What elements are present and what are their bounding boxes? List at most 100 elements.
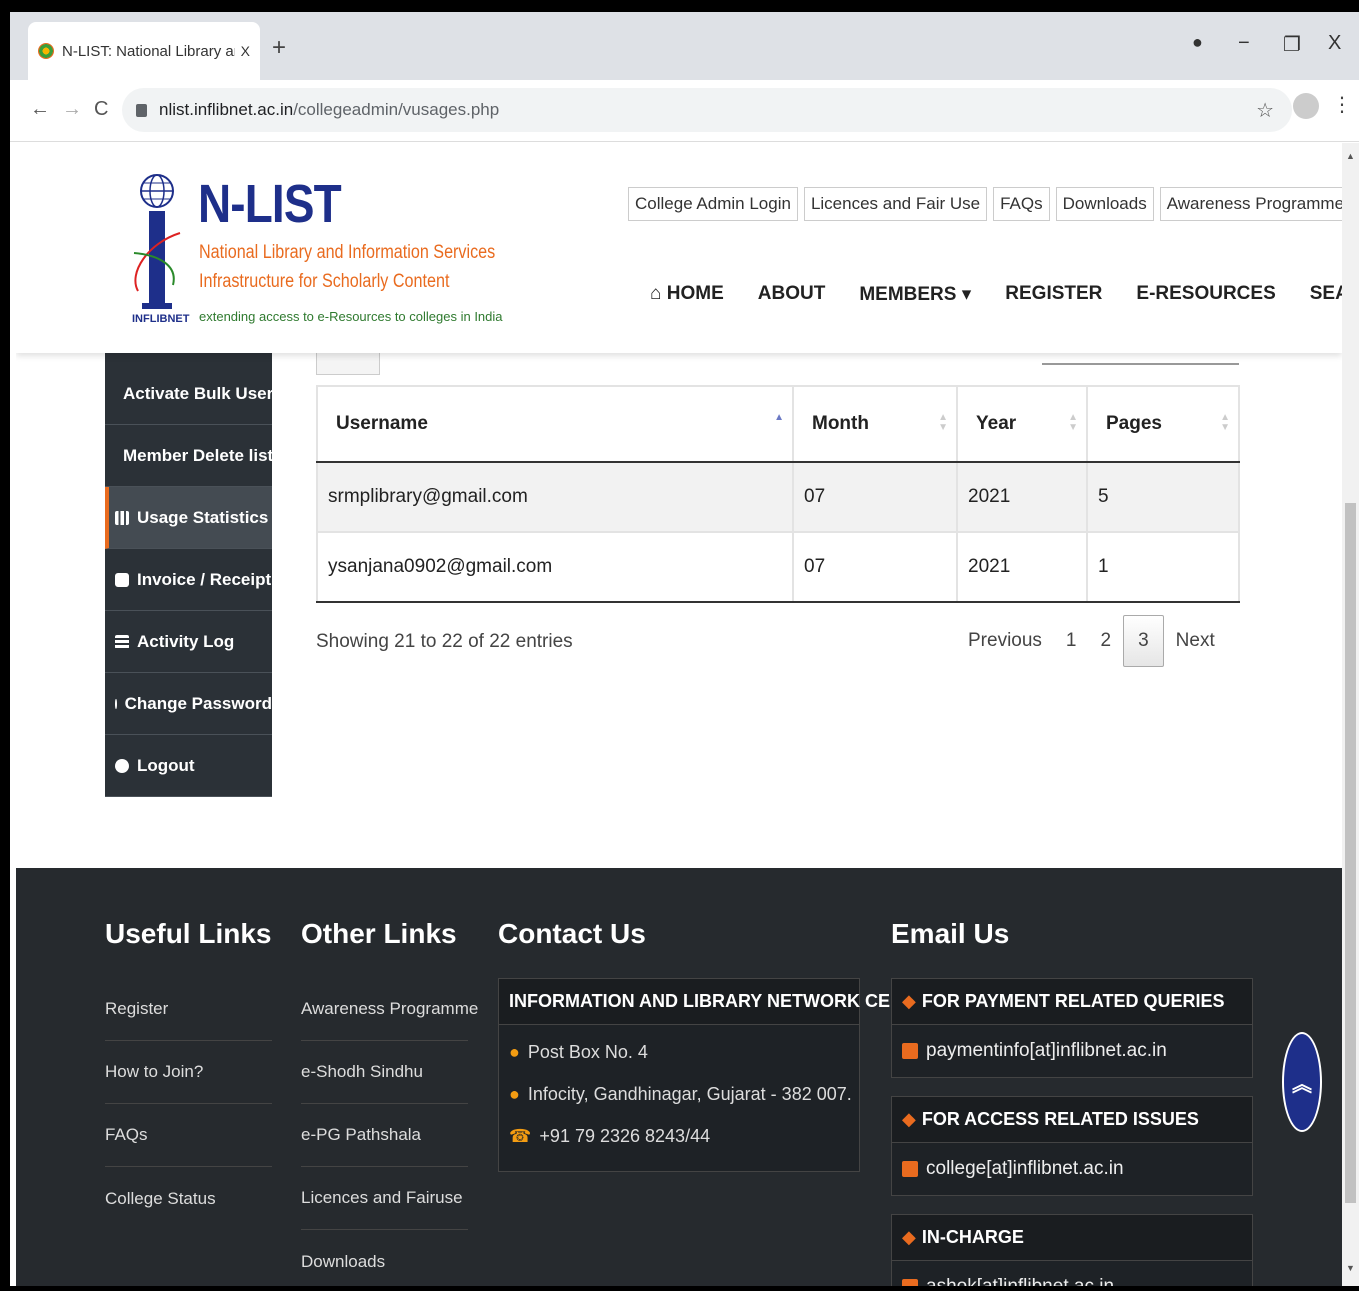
partially-hidden-button[interactable]: [316, 353, 380, 375]
column-header-username[interactable]: Username ▲: [316, 385, 794, 463]
footer-link-register[interactable]: Register: [105, 978, 272, 1041]
bookmark-star-icon[interactable]: ☆: [1256, 98, 1274, 123]
useful-links-column: Useful Links Register How to Join? FAQs …: [105, 918, 272, 1230]
pager-next[interactable]: Next: [1164, 616, 1227, 666]
email-line[interactable]: paymentinfo[at]inflibnet.ac.in: [892, 1025, 1252, 1077]
scrollbar-thumb[interactable]: [1345, 503, 1356, 1203]
footer-link-licences[interactable]: Licences and Fairuse: [301, 1167, 468, 1230]
nav-search[interactable]: SEARCH: [1310, 283, 1342, 306]
email-address: college[at]inflibnet.ac.in: [926, 1158, 1124, 1179]
profile-avatar[interactable]: [1293, 93, 1319, 119]
sidebar-item-change-password[interactable]: Change Password: [105, 673, 272, 735]
map-pin-icon: ●: [509, 1041, 520, 1062]
page-scrollbar[interactable]: ▲ ▼: [1342, 143, 1359, 1286]
minimize-button[interactable]: −: [1238, 32, 1250, 55]
browser-tab[interactable]: N-LIST: National Library and Info X: [28, 22, 260, 80]
sidebar-item-logout[interactable]: Logout: [105, 735, 272, 797]
contact-address2-text: Infocity, Gandhinagar, Gujarat - 382 007…: [527, 1083, 852, 1104]
other-links-title: Other Links: [301, 918, 457, 949]
restore-button[interactable]: ❐: [1283, 32, 1301, 57]
badge-icon: ◆: [902, 991, 916, 1011]
footer-link-awareness[interactable]: Awareness Programme: [301, 978, 478, 1041]
sidebar-item-label: Activity Log: [137, 631, 235, 651]
profile-indicator-icon[interactable]: ●: [1192, 32, 1203, 53]
window-close-button[interactable]: X: [1328, 32, 1341, 55]
top-link-college-admin-login[interactable]: College Admin Login: [628, 187, 798, 221]
contact-phone-text: +91 79 2326 8243/44: [539, 1125, 711, 1146]
sidebar-item-member-delete-list[interactable]: Member Delete list: [105, 425, 274, 487]
browser-menu-icon[interactable]: ⋮: [1332, 92, 1352, 117]
site-footer: Useful Links Register How to Join? FAQs …: [16, 868, 1342, 1286]
sort-both-icon: ▲ ▼: [1068, 412, 1078, 433]
email-group-payment: ◆ FOR PAYMENT RELATED QUERIES paymentinfo…: [891, 978, 1253, 1078]
top-link-licences[interactable]: Licences and Fair Use: [803, 187, 988, 221]
footer-link-faqs[interactable]: FAQs: [105, 1104, 272, 1167]
pager-page-1[interactable]: 1: [1054, 616, 1089, 666]
nav-register[interactable]: REGISTER: [1005, 283, 1102, 306]
usage-table: Username ▲ Month ▲ ▼ Year ▲ ▼ Pages ▲ ▼ srmplib…: [316, 385, 1240, 603]
forward-button[interactable]: →: [62, 98, 82, 121]
email-address: paymentinfo[at]inflibnet.ac.in: [926, 1040, 1167, 1061]
email-line[interactable]: college[at]inflibnet.ac.in: [892, 1143, 1252, 1195]
nav-home[interactable]: ⌂ HOME: [650, 283, 724, 306]
double-chevron-up-icon: ︽: [1292, 1073, 1312, 1096]
top-link-downloads[interactable]: Downloads: [1055, 187, 1154, 221]
email-line[interactable]: ashok[at]inflibnet.ac.in: [892, 1261, 1252, 1286]
url-field[interactable]: nlist.inflibnet.ac.in/collegeadmin/vusag…: [122, 88, 1292, 132]
back-button[interactable]: ←: [30, 98, 50, 121]
admin-sidebar: Activate Bulk Users Member Delete list U…: [105, 343, 283, 797]
tab-strip: N-LIST: National Library and Info X + ● …: [10, 12, 1359, 80]
sidebar-item-invoice-receipt[interactable]: Invoice / Receipt: [105, 549, 272, 611]
envelope-icon: [902, 1279, 918, 1286]
logout-icon: [115, 758, 129, 773]
phone-icon: ☎: [509, 1125, 532, 1146]
top-link-faqs[interactable]: FAQs: [993, 187, 1050, 221]
site-logo-title[interactable]: N-LIST: [198, 173, 342, 235]
home-icon: ⌂: [650, 283, 667, 304]
nav-members[interactable]: MEMBERS ▾: [859, 283, 971, 306]
table-row: ysanjana0902@gmail.com 07 2021 1: [316, 531, 1240, 603]
logo-subtitle-line1: National Library and Information Service…: [199, 242, 496, 263]
sidebar-item-activity-log[interactable]: Activity Log: [105, 611, 272, 673]
email-heading-text: FOR ACCESS RELATED ISSUES: [921, 1109, 1199, 1129]
footer-link-eshodh[interactable]: e-Shodh Sindhu: [301, 1041, 468, 1104]
table-header-row: Username ▲ Month ▲ ▼ Year ▲ ▼ Pages ▲ ▼: [316, 385, 1240, 463]
main-nav: ⌂ HOME ABOUT MEMBERS ▾ REGISTER E-RESOUR…: [650, 283, 1342, 306]
sidebar-item-label: Activate Bulk Users: [123, 383, 283, 403]
nav-e-resources[interactable]: E-RESOURCES: [1136, 283, 1275, 306]
footer-link-downloads[interactable]: Downloads: [301, 1230, 468, 1286]
footer-link-epg[interactable]: e-PG Pathshala: [301, 1104, 468, 1167]
pager-page-2[interactable]: 2: [1089, 616, 1124, 666]
bar-chart-icon: [115, 510, 129, 525]
badge-icon: ◆: [902, 1109, 916, 1129]
scroll-up-arrow-icon[interactable]: ▲: [1346, 151, 1355, 161]
sidebar-item-usage-statistics[interactable]: Usage Statistics: [105, 487, 272, 549]
envelope-icon: [902, 1161, 918, 1177]
column-header-month[interactable]: Month ▲ ▼: [792, 385, 958, 463]
top-link-awareness[interactable]: Awareness Programme: [1159, 187, 1342, 221]
scroll-to-top-button[interactable]: ︽: [1282, 1032, 1322, 1132]
cell-month: 07: [792, 461, 958, 533]
new-tab-button[interactable]: +: [272, 34, 286, 62]
column-header-year[interactable]: Year ▲ ▼: [956, 385, 1088, 463]
tab-close-button[interactable]: X: [241, 43, 250, 59]
sidebar-item-activate-bulk-users[interactable]: Activate Bulk Users: [105, 363, 283, 425]
pager-page-current[interactable]: 3: [1123, 615, 1164, 667]
address-bar-row: ← → C nlist.inflibnet.ac.in/collegeadmin…: [10, 80, 1359, 142]
column-header-label: Year: [976, 413, 1017, 434]
contact-org: INFORMATION AND LIBRARY NETWORK CENTRE: [499, 979, 939, 1025]
reload-button[interactable]: C: [94, 98, 108, 121]
contact-title: Contact Us: [498, 918, 646, 949]
sidebar-item-label: Member Delete list: [123, 445, 274, 465]
inflibnet-globe-logo-icon[interactable]: [128, 173, 186, 323]
tab-title: N-LIST: National Library and Info: [62, 42, 235, 60]
cell-username: srmplibrary@gmail.com: [316, 461, 794, 533]
contact-address1: ● Post Box No. 4: [499, 1031, 859, 1073]
footer-link-how-to-join[interactable]: How to Join?: [105, 1041, 272, 1104]
nav-about[interactable]: ABOUT: [758, 283, 826, 306]
footer-link-college-status[interactable]: College Status: [105, 1167, 272, 1230]
pager-previous[interactable]: Previous: [956, 616, 1054, 666]
scroll-down-arrow-icon[interactable]: ▼: [1346, 1263, 1355, 1273]
logo-tagline: extending access to e-Resources to colle…: [199, 309, 503, 324]
column-header-pages[interactable]: Pages ▲ ▼: [1086, 385, 1240, 463]
